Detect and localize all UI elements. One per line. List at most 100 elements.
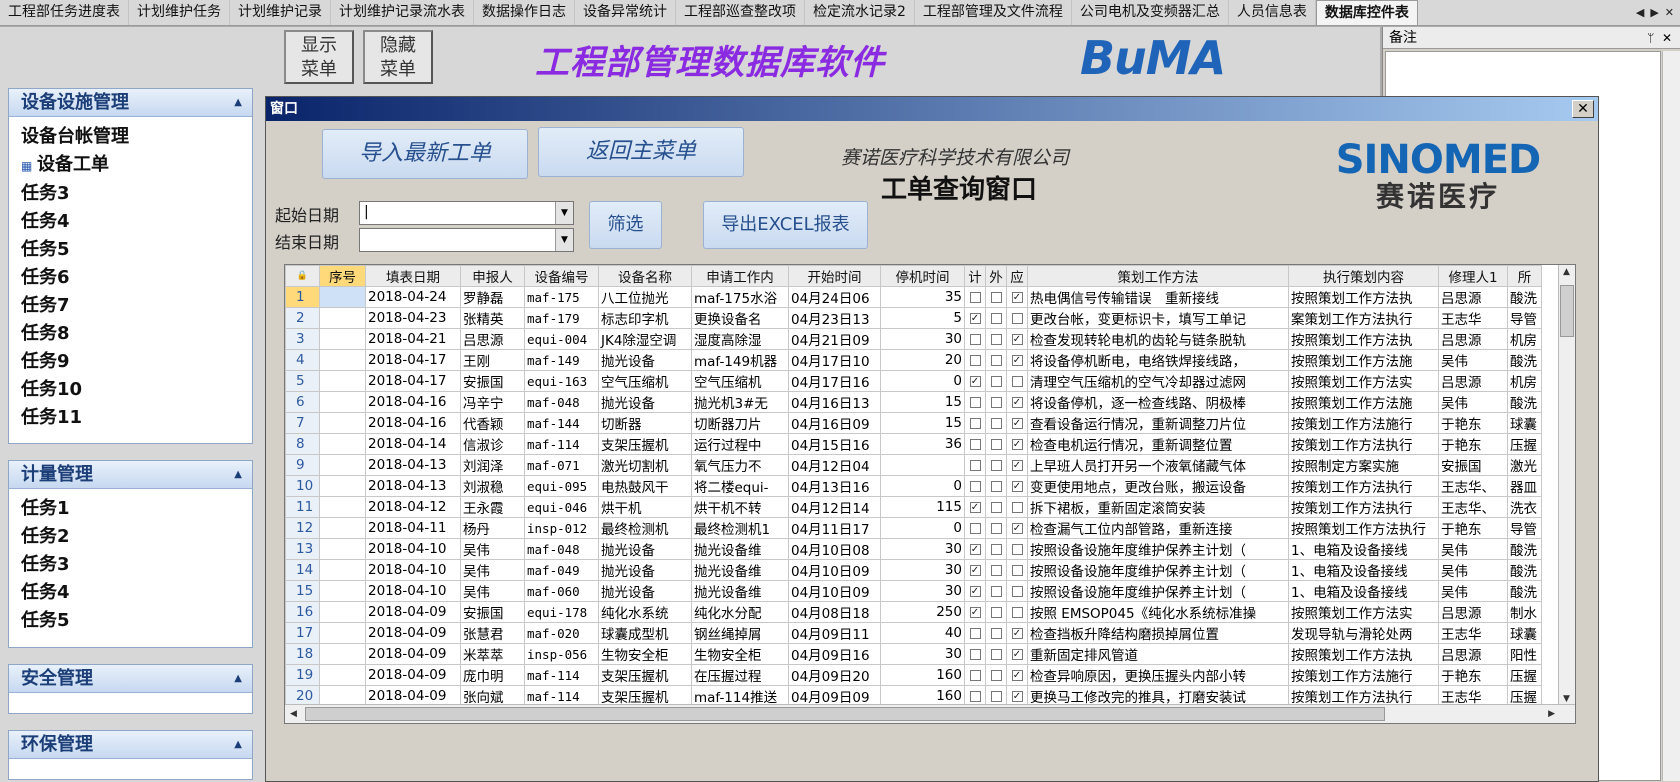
table-cell[interactable]: 支架压握机: [598, 433, 692, 455]
table-cell[interactable]: 酸洗: [1507, 286, 1542, 308]
table-cell[interactable]: [985, 412, 1007, 434]
table-cell[interactable]: 器皿: [1507, 475, 1542, 497]
row-number[interactable]: 6: [285, 391, 320, 413]
table-cell[interactable]: 米萃萃: [460, 643, 525, 665]
table-cell[interactable]: 热电偶信号传输错误 重新接线: [1027, 286, 1289, 308]
table-cell[interactable]: 04月11日17: [788, 517, 881, 539]
row-checkbox[interactable]: [990, 291, 1002, 303]
table-cell[interactable]: [985, 559, 1007, 581]
table-cell[interactable]: 按照策划工作方法施: [1288, 391, 1439, 413]
table-cell[interactable]: [880, 454, 965, 476]
table-cell[interactable]: ✓: [1006, 475, 1028, 497]
row-checkbox[interactable]: [990, 354, 1002, 366]
column-header[interactable]: 执行策划内容: [1288, 265, 1439, 287]
scroll-right-icon[interactable]: ▶: [1548, 709, 1555, 719]
table-cell[interactable]: 制水: [1507, 601, 1542, 623]
table-cell[interactable]: 吴伟: [460, 580, 525, 602]
table-cell[interactable]: [319, 580, 366, 602]
table-cell[interactable]: insp-012: [524, 517, 599, 539]
column-header[interactable]: 序号: [319, 265, 366, 287]
table-cell[interactable]: 电热鼓风干: [598, 475, 692, 497]
table-cell[interactable]: 04月15日16: [788, 433, 881, 455]
column-header[interactable]: 填表日期: [365, 265, 461, 287]
table-cell[interactable]: 上早班人员打开另一个液氧储藏气体: [1027, 454, 1289, 476]
table-cell[interactable]: 更换设备名: [691, 307, 789, 329]
grid-horizontal-scrollbar[interactable]: ◀ ▶: [285, 704, 1575, 723]
table-cell[interactable]: 1、电箱及设备接线: [1288, 559, 1439, 581]
table-cell[interactable]: 变更使用地点，更改台账，搬运设备: [1027, 475, 1289, 497]
table-cell[interactable]: [319, 559, 366, 581]
table-cell[interactable]: 按照设备设施年度维护保养主计划（: [1027, 559, 1289, 581]
row-checkbox[interactable]: [969, 648, 981, 660]
table-cell[interactable]: 八工位抛光: [598, 286, 692, 308]
row-checkbox[interactable]: [1011, 585, 1023, 597]
collapse-caret-icon[interactable]: ▲: [234, 665, 242, 693]
table-cell[interactable]: ✓: [964, 496, 986, 518]
window-close-button[interactable]: ✕: [1572, 100, 1594, 118]
table-cell[interactable]: 罗静磊: [460, 286, 525, 308]
row-number[interactable]: 18: [285, 643, 320, 665]
hide-menu-button[interactable]: 隐藏 菜单: [363, 30, 433, 84]
table-cell[interactable]: 160: [880, 664, 965, 686]
table-cell[interactable]: 清理空气压缩机的空气冷却器过滤网: [1027, 370, 1289, 392]
table-cell[interactable]: 吕思源: [1438, 370, 1508, 392]
row-checkbox[interactable]: [990, 333, 1002, 345]
table-cell[interactable]: ✓: [1006, 454, 1028, 476]
table-cell[interactable]: 0: [880, 475, 965, 497]
row-number[interactable]: 7: [285, 412, 320, 434]
tab-scroll-right-icon[interactable]: ▶: [1650, 6, 1658, 19]
row-checkbox[interactable]: [969, 333, 981, 345]
table-cell[interactable]: 按照制定方案实施: [1288, 454, 1439, 476]
table-cell[interactable]: maf-114: [524, 433, 599, 455]
table-cell[interactable]: 信淑诊: [460, 433, 525, 455]
table-cell[interactable]: ✓: [964, 580, 986, 602]
table-cell[interactable]: 吕思源: [1438, 286, 1508, 308]
table-cell[interactable]: 吴伟: [1438, 391, 1508, 413]
notes-scrollbar[interactable]: [1662, 51, 1680, 781]
row-checkbox[interactable]: [990, 522, 1002, 534]
row-checkbox[interactable]: [990, 501, 1002, 513]
table-row[interactable]: 1 2018-04-24 罗静磊 maf-175 八工位抛光 maf-175水浴 04月24…: [285, 286, 1542, 308]
table-row[interactable]: 17 2018-04-09 张慧君 maf-020 球囊成型机 钢丝绳掉屑 04月09日11…: [285, 622, 1542, 644]
table-cell[interactable]: 抛光设备维: [691, 538, 789, 560]
table-cell[interactable]: 04月09日16: [788, 643, 881, 665]
table-cell[interactable]: ✓: [964, 538, 986, 560]
table-cell[interactable]: maf-048: [524, 391, 599, 413]
row-checkbox[interactable]: [1011, 375, 1023, 387]
table-cell[interactable]: ✓: [1006, 328, 1028, 350]
table-cell[interactable]: 2018-04-09: [365, 664, 461, 686]
tab-item[interactable]: 检定流水记录2: [805, 0, 915, 25]
table-cell[interactable]: 按照策划工作方法施: [1288, 349, 1439, 371]
tab-item[interactable]: 人员信息表: [1229, 0, 1316, 25]
table-cell[interactable]: [985, 580, 1007, 602]
table-cell[interactable]: 最终检测机1: [691, 517, 789, 539]
table-cell[interactable]: 按照策划工作方法执: [1288, 286, 1439, 308]
row-checkbox[interactable]: [990, 396, 1002, 408]
back-to-menu-button[interactable]: 返回主菜单: [538, 127, 744, 177]
nav-item[interactable]: 任务1: [21, 495, 252, 523]
scroll-left-icon[interactable]: ◀: [290, 709, 297, 719]
table-row[interactable]: 10 2018-04-13 刘淑稳 equi-095 电热鼓风干 将二楼equi- 04月1…: [285, 475, 1542, 497]
table-cell[interactable]: 04月23日13: [788, 307, 881, 329]
table-cell[interactable]: 04月10日08: [788, 538, 881, 560]
table-cell[interactable]: 拆下裙板，重新固定滚筒安装: [1027, 496, 1289, 518]
table-row[interactable]: 16 2018-04-09 安振国 equi-178 纯化水系统 纯化水分配 04月08日1…: [285, 601, 1542, 623]
table-row[interactable]: 14 2018-04-10 吴伟 maf-049 抛光设备 抛光设备维 04月10日09 30…: [285, 559, 1542, 581]
table-row[interactable]: 7 2018-04-16 代香颖 maf-144 切断器 切断器刀片 04月16日09 15 ✓…: [285, 412, 1542, 434]
tab-item[interactable]: 工程部巡查整改项: [676, 0, 805, 25]
nav-item[interactable]: 任务6: [21, 264, 252, 292]
scroll-up-icon[interactable]: ▲: [1563, 267, 1570, 277]
column-header[interactable]: 申请工作内: [691, 265, 789, 287]
nav-group-header[interactable]: 计量管理 ▲: [9, 461, 252, 489]
table-cell[interactable]: 250: [880, 601, 965, 623]
row-checkbox[interactable]: ✓: [1011, 522, 1023, 534]
table-cell[interactable]: [319, 601, 366, 623]
table-cell[interactable]: 王志华: [1438, 307, 1508, 329]
pin-icon[interactable]: ᛘ: [1647, 31, 1654, 45]
table-cell[interactable]: 吕思源: [1438, 643, 1508, 665]
table-cell[interactable]: 15: [880, 391, 965, 413]
row-number[interactable]: 5: [285, 370, 320, 392]
table-cell[interactable]: 5: [880, 307, 965, 329]
row-checkbox[interactable]: ✓: [969, 312, 981, 324]
table-cell[interactable]: maf-144: [524, 412, 599, 434]
